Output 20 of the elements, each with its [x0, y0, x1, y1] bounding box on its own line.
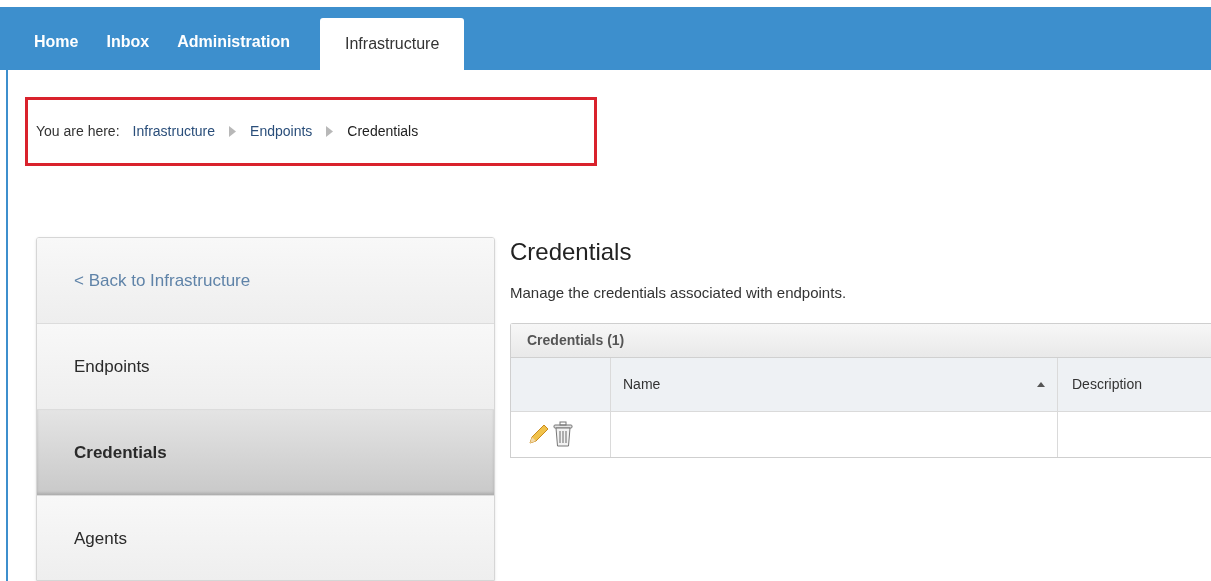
table-title: Credentials (1) [527, 330, 625, 350]
column-label: Description [1072, 374, 1143, 394]
nav-tab[interactable]: Infrastructure [320, 18, 465, 70]
chevron-icon [229, 126, 237, 137]
column-label: Name [623, 374, 661, 394]
column-header[interactable]: Name [611, 357, 1058, 411]
sidebar-item[interactable]: Credentials [37, 410, 494, 496]
breadcrumb-link[interactable]: Endpoints [250, 121, 313, 142]
pencil-icon[interactable] [527, 422, 551, 446]
breadcrumb-link[interactable]: Infrastructure [132, 121, 216, 142]
trash-icon[interactable] [553, 421, 573, 447]
back-link[interactable]: < Back to Infrastructure [37, 238, 494, 324]
sidebar-item[interactable]: Agents [37, 496, 494, 580]
column-header[interactable]: Description [1058, 357, 1211, 411]
page-title: Credentials [510, 237, 633, 267]
sidebar-item[interactable]: Endpoints [37, 324, 494, 410]
page-description: Manage the credentials associated with endpoints. [510, 283, 848, 303]
breadcrumb-current: Credentials [347, 122, 419, 141]
breadcrumb-label: You are here: [36, 122, 120, 141]
chevron-icon [326, 126, 334, 137]
